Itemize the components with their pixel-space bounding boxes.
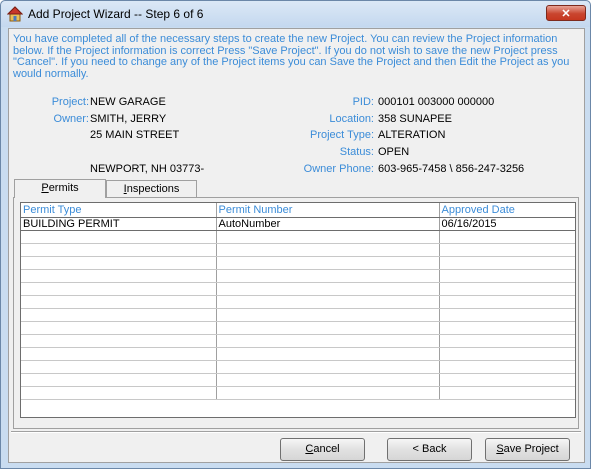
house-icon xyxy=(7,6,23,22)
empty-row[interactable] xyxy=(21,347,575,361)
empty-cell xyxy=(21,373,217,387)
empty-cell xyxy=(439,295,575,309)
status-value: OPEN xyxy=(378,146,410,158)
empty-cell xyxy=(21,321,217,335)
empty-row[interactable] xyxy=(21,360,575,374)
title-bar[interactable]: Add Project Wizard -- Step 6 of 6 ✕ xyxy=(1,1,590,27)
empty-cell xyxy=(439,347,575,361)
empty-cell xyxy=(439,269,575,283)
empty-cell xyxy=(21,269,217,283)
owner-label: Owner: xyxy=(53,113,89,125)
empty-row[interactable] xyxy=(21,230,575,244)
pid-value: 000101 003000 000000 xyxy=(378,96,495,108)
empty-cell xyxy=(21,360,217,374)
empty-cell xyxy=(439,321,575,335)
tab-inspections-label: nspections xyxy=(126,183,180,195)
owner-phone-label: Owner Phone: xyxy=(303,163,374,175)
empty-cell xyxy=(216,334,440,348)
location-label: Location: xyxy=(329,113,374,125)
empty-row[interactable] xyxy=(21,269,575,283)
column-header-permit-type[interactable]: Permit Type xyxy=(21,203,217,218)
empty-cell xyxy=(439,308,575,322)
grid-header-row: Permit Type Permit Number Approved Date xyxy=(21,203,575,218)
project-label: Project: xyxy=(51,96,89,108)
permits-grid[interactable]: Permit Type Permit Number Approved Date … xyxy=(20,202,576,418)
cell-permit-number: AutoNumber xyxy=(216,217,440,231)
empty-cell xyxy=(439,282,575,296)
empty-row[interactable] xyxy=(21,256,575,270)
owner-address: 25 MAIN STREET xyxy=(90,129,180,141)
save-project-button[interactable]: Save Project xyxy=(485,438,570,461)
location-value: 358 SUNAPEE xyxy=(378,113,452,125)
column-header-permit-number[interactable]: Permit Number xyxy=(216,203,440,218)
empty-cell xyxy=(21,295,217,309)
status-label: Status: xyxy=(339,146,374,158)
empty-cell xyxy=(216,373,440,387)
empty-cell xyxy=(21,243,217,257)
empty-cell xyxy=(439,334,575,348)
tab-permits[interactable]: Permits xyxy=(14,179,106,198)
empty-cell xyxy=(21,386,217,400)
cell-permit-type: BUILDING PERMIT xyxy=(21,217,217,231)
tab-permits-label: ermits xyxy=(48,182,79,194)
empty-cell xyxy=(21,334,217,348)
empty-cell xyxy=(439,373,575,387)
empty-row[interactable] xyxy=(21,308,575,322)
close-button[interactable]: ✕ xyxy=(546,5,586,21)
empty-cell xyxy=(439,230,575,244)
wizard-body: You have completed all of the necessary … xyxy=(8,28,585,463)
empty-cell xyxy=(439,360,575,374)
wizard-window: Add Project Wizard -- Step 6 of 6 ✕ You … xyxy=(0,0,591,469)
empty-cell xyxy=(216,230,440,244)
empty-cell xyxy=(216,386,440,400)
button-separator xyxy=(11,431,581,433)
empty-cell xyxy=(216,269,440,283)
empty-row[interactable] xyxy=(21,373,575,387)
empty-row[interactable] xyxy=(21,282,575,296)
empty-row[interactable] xyxy=(21,334,575,348)
empty-row[interactable] xyxy=(21,243,575,257)
window-title: Add Project Wizard -- Step 6 of 6 xyxy=(28,7,204,21)
intro-text: You have completed all of the necessary … xyxy=(13,33,570,80)
owner-name: SMITH, JERRY xyxy=(90,113,167,125)
owner-phone-value: 603-965-7458 \ 856-247-3256 xyxy=(378,163,525,175)
empty-row[interactable] xyxy=(21,295,575,309)
project-value: NEW GARAGE xyxy=(90,96,166,108)
empty-cell xyxy=(216,308,440,322)
empty-cell xyxy=(216,243,440,257)
save-label: ave Project xyxy=(503,443,559,455)
empty-cell xyxy=(216,347,440,361)
pid-label: PID: xyxy=(352,96,374,108)
empty-cell xyxy=(21,230,217,244)
save-mnemonic: S xyxy=(496,443,504,455)
permits-table: Permit Type Permit Number Approved Date … xyxy=(21,203,575,400)
cancel-label: ancel xyxy=(313,443,340,455)
back-label: < Back xyxy=(412,443,447,455)
cell-approved-date: 06/16/2015 xyxy=(439,217,575,231)
empty-cell xyxy=(21,347,217,361)
empty-cell xyxy=(216,295,440,309)
empty-cell xyxy=(216,256,440,270)
empty-cell xyxy=(216,282,440,296)
empty-row[interactable] xyxy=(21,321,575,335)
permits-panel: Permit Type Permit Number Approved Date … xyxy=(13,197,579,429)
empty-cell xyxy=(21,308,217,322)
empty-cell xyxy=(439,243,575,257)
empty-cell xyxy=(439,386,575,400)
empty-cell xyxy=(439,256,575,270)
table-row[interactable]: BUILDING PERMIT AutoNumber 06/16/2015 xyxy=(21,217,575,231)
project-type-label: Project Type: xyxy=(310,129,374,141)
empty-cell xyxy=(216,321,440,335)
empty-cell xyxy=(21,282,217,296)
empty-cell xyxy=(216,360,440,374)
project-type-value: ALTERATION xyxy=(378,129,446,141)
empty-cell xyxy=(21,256,217,270)
tab-inspections[interactable]: Inspections xyxy=(106,180,197,197)
empty-row[interactable] xyxy=(21,386,575,400)
back-button[interactable]: < Back xyxy=(387,438,472,461)
owner-city: NEWPORT, NH 03773- xyxy=(90,163,205,175)
column-header-approved-date[interactable]: Approved Date xyxy=(439,203,575,218)
cancel-button[interactable]: Cancel xyxy=(280,438,365,461)
tab-permits-mnemonic: P xyxy=(41,182,49,194)
